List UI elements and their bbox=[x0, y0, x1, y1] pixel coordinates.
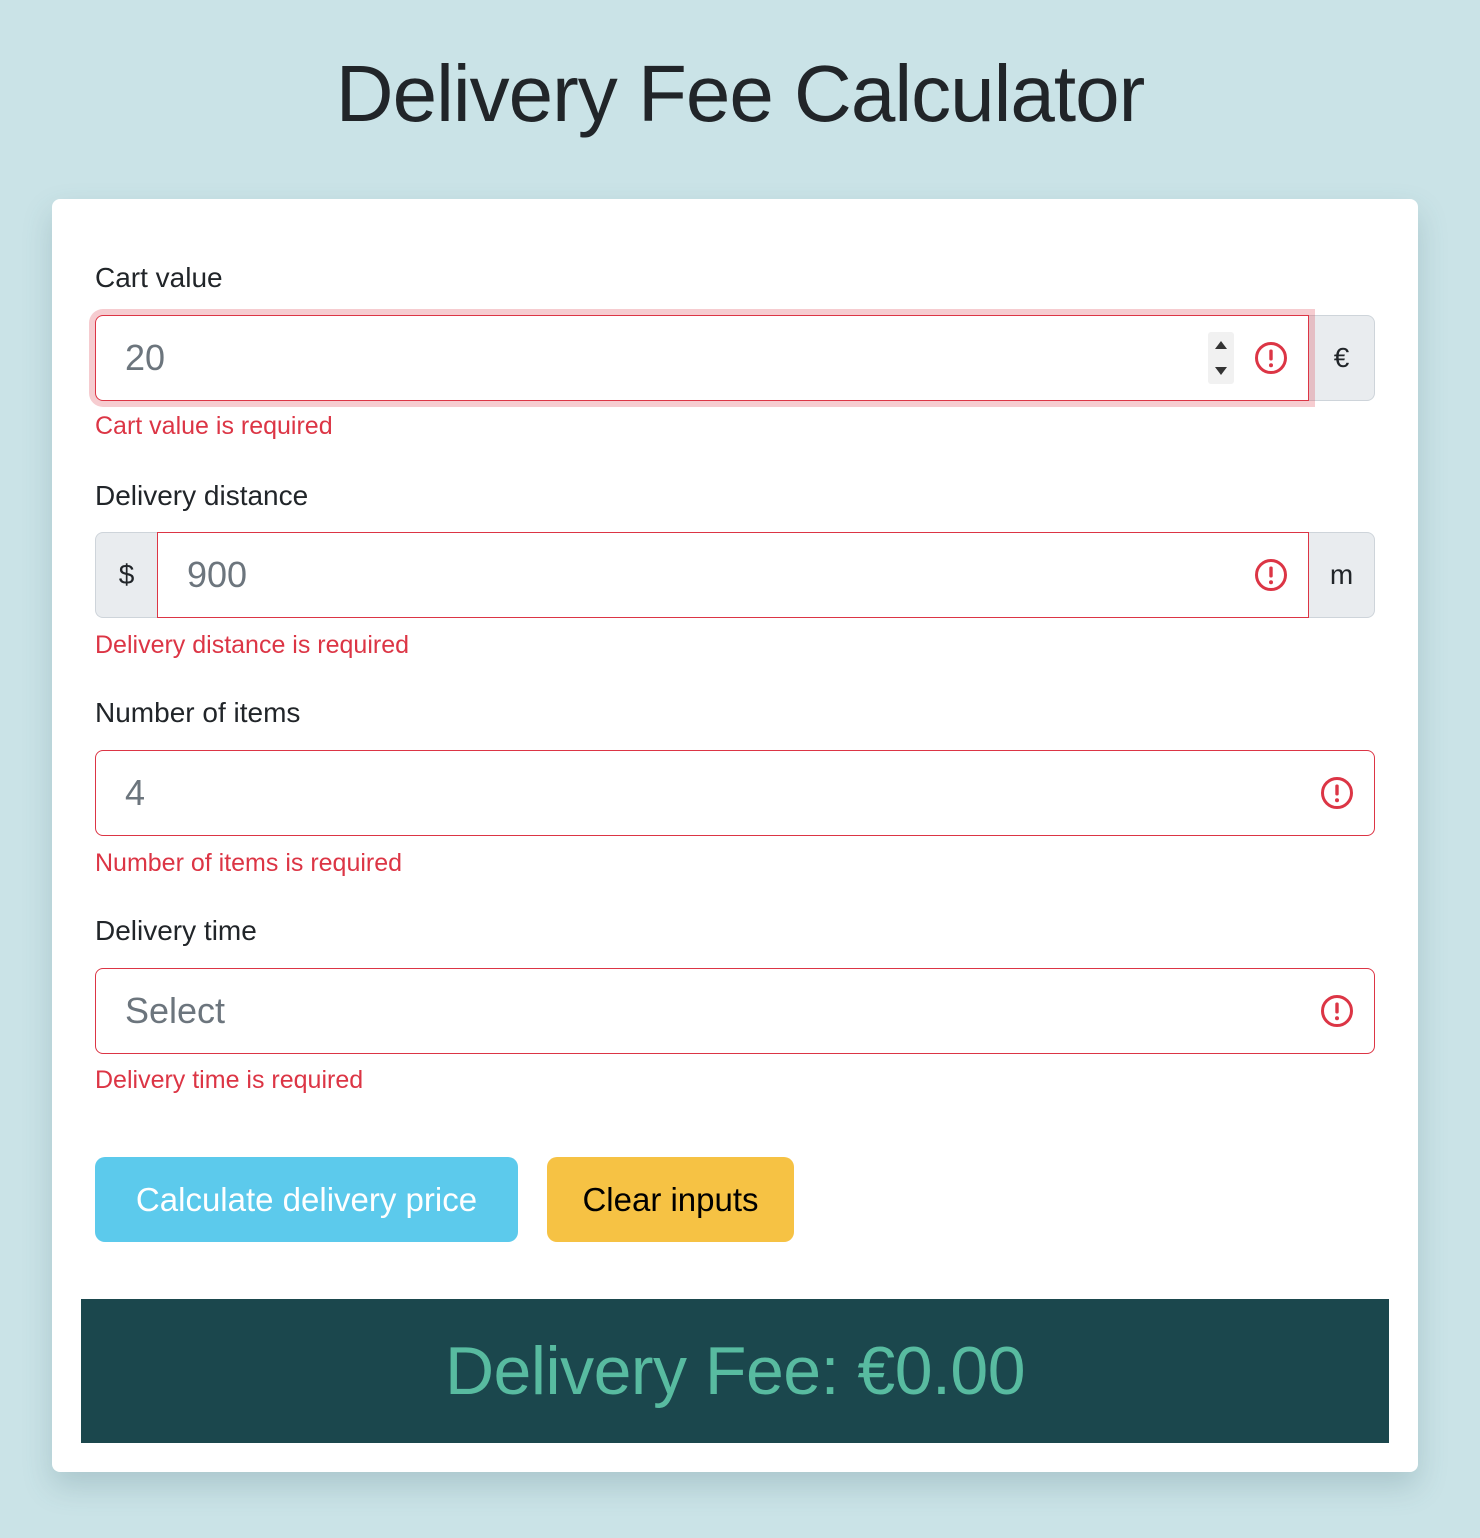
delivery-fee-result: Delivery Fee: €0.00 bbox=[444, 1333, 1026, 1409]
delivery-distance-label: Delivery distance bbox=[95, 480, 309, 511]
delivery-distance-input-group: $ 900 m bbox=[95, 532, 1375, 618]
number-of-items-field: Number of items 4 Number of items is req… bbox=[95, 696, 1375, 877]
calculator-card: Cart value 20 € Cart value is required D… bbox=[52, 199, 1418, 1472]
result-banner: Delivery Fee: €0.00 bbox=[81, 1299, 1389, 1443]
euro-addon: € bbox=[1309, 315, 1375, 401]
meters-addon: m bbox=[1309, 532, 1375, 618]
delivery-time-select[interactable]: Select bbox=[95, 968, 1375, 1054]
delivery-time-error: Delivery time is required bbox=[95, 1066, 364, 1094]
dollar-addon: $ bbox=[95, 532, 157, 618]
number-spinner[interactable] bbox=[1208, 332, 1234, 384]
cart-value-text: 20 bbox=[125, 337, 166, 378]
number-of-items-error: Number of items is required bbox=[95, 849, 403, 877]
alert-circle-icon bbox=[1255, 559, 1287, 591]
delivery-distance-error: Delivery distance is required bbox=[95, 631, 410, 659]
cart-value-field: Cart value 20 € Cart value is required bbox=[95, 261, 1375, 440]
number-of-items-label: Number of items bbox=[95, 697, 301, 728]
page-title: Delivery Fee Calculator bbox=[335, 49, 1145, 138]
alert-circle-icon bbox=[1255, 342, 1287, 374]
calculate-button[interactable]: Calculate delivery price bbox=[95, 1157, 518, 1242]
delivery-distance-text: 900 bbox=[187, 554, 248, 595]
caret-down-icon[interactable] bbox=[1214, 366, 1228, 376]
number-of-items-input[interactable]: 4 bbox=[95, 750, 1375, 836]
clear-inputs-button[interactable]: Clear inputs bbox=[547, 1157, 794, 1242]
alert-circle-icon bbox=[1321, 777, 1353, 809]
cart-value-input-group: 20 € bbox=[95, 315, 1375, 401]
cart-value-error: Cart value is required bbox=[95, 412, 333, 440]
cart-value-label: Cart value bbox=[95, 262, 223, 293]
alert-circle-icon bbox=[1321, 995, 1353, 1027]
delivery-time-label: Delivery time bbox=[95, 915, 257, 946]
cart-value-input[interactable]: 20 bbox=[95, 315, 1309, 401]
number-of-items-input-group: 4 bbox=[95, 750, 1375, 836]
caret-up-icon[interactable] bbox=[1214, 340, 1228, 350]
delivery-distance-field: Delivery distance $ 900 m Delivery dista… bbox=[95, 479, 1375, 659]
number-of-items-text: 4 bbox=[125, 772, 146, 813]
delivery-time-field: Delivery time Select Delivery time is re… bbox=[95, 914, 1375, 1094]
delivery-time-placeholder: Select bbox=[125, 990, 226, 1031]
delivery-time-input-group: Select bbox=[95, 968, 1375, 1054]
delivery-distance-input[interactable]: 900 bbox=[157, 532, 1309, 618]
